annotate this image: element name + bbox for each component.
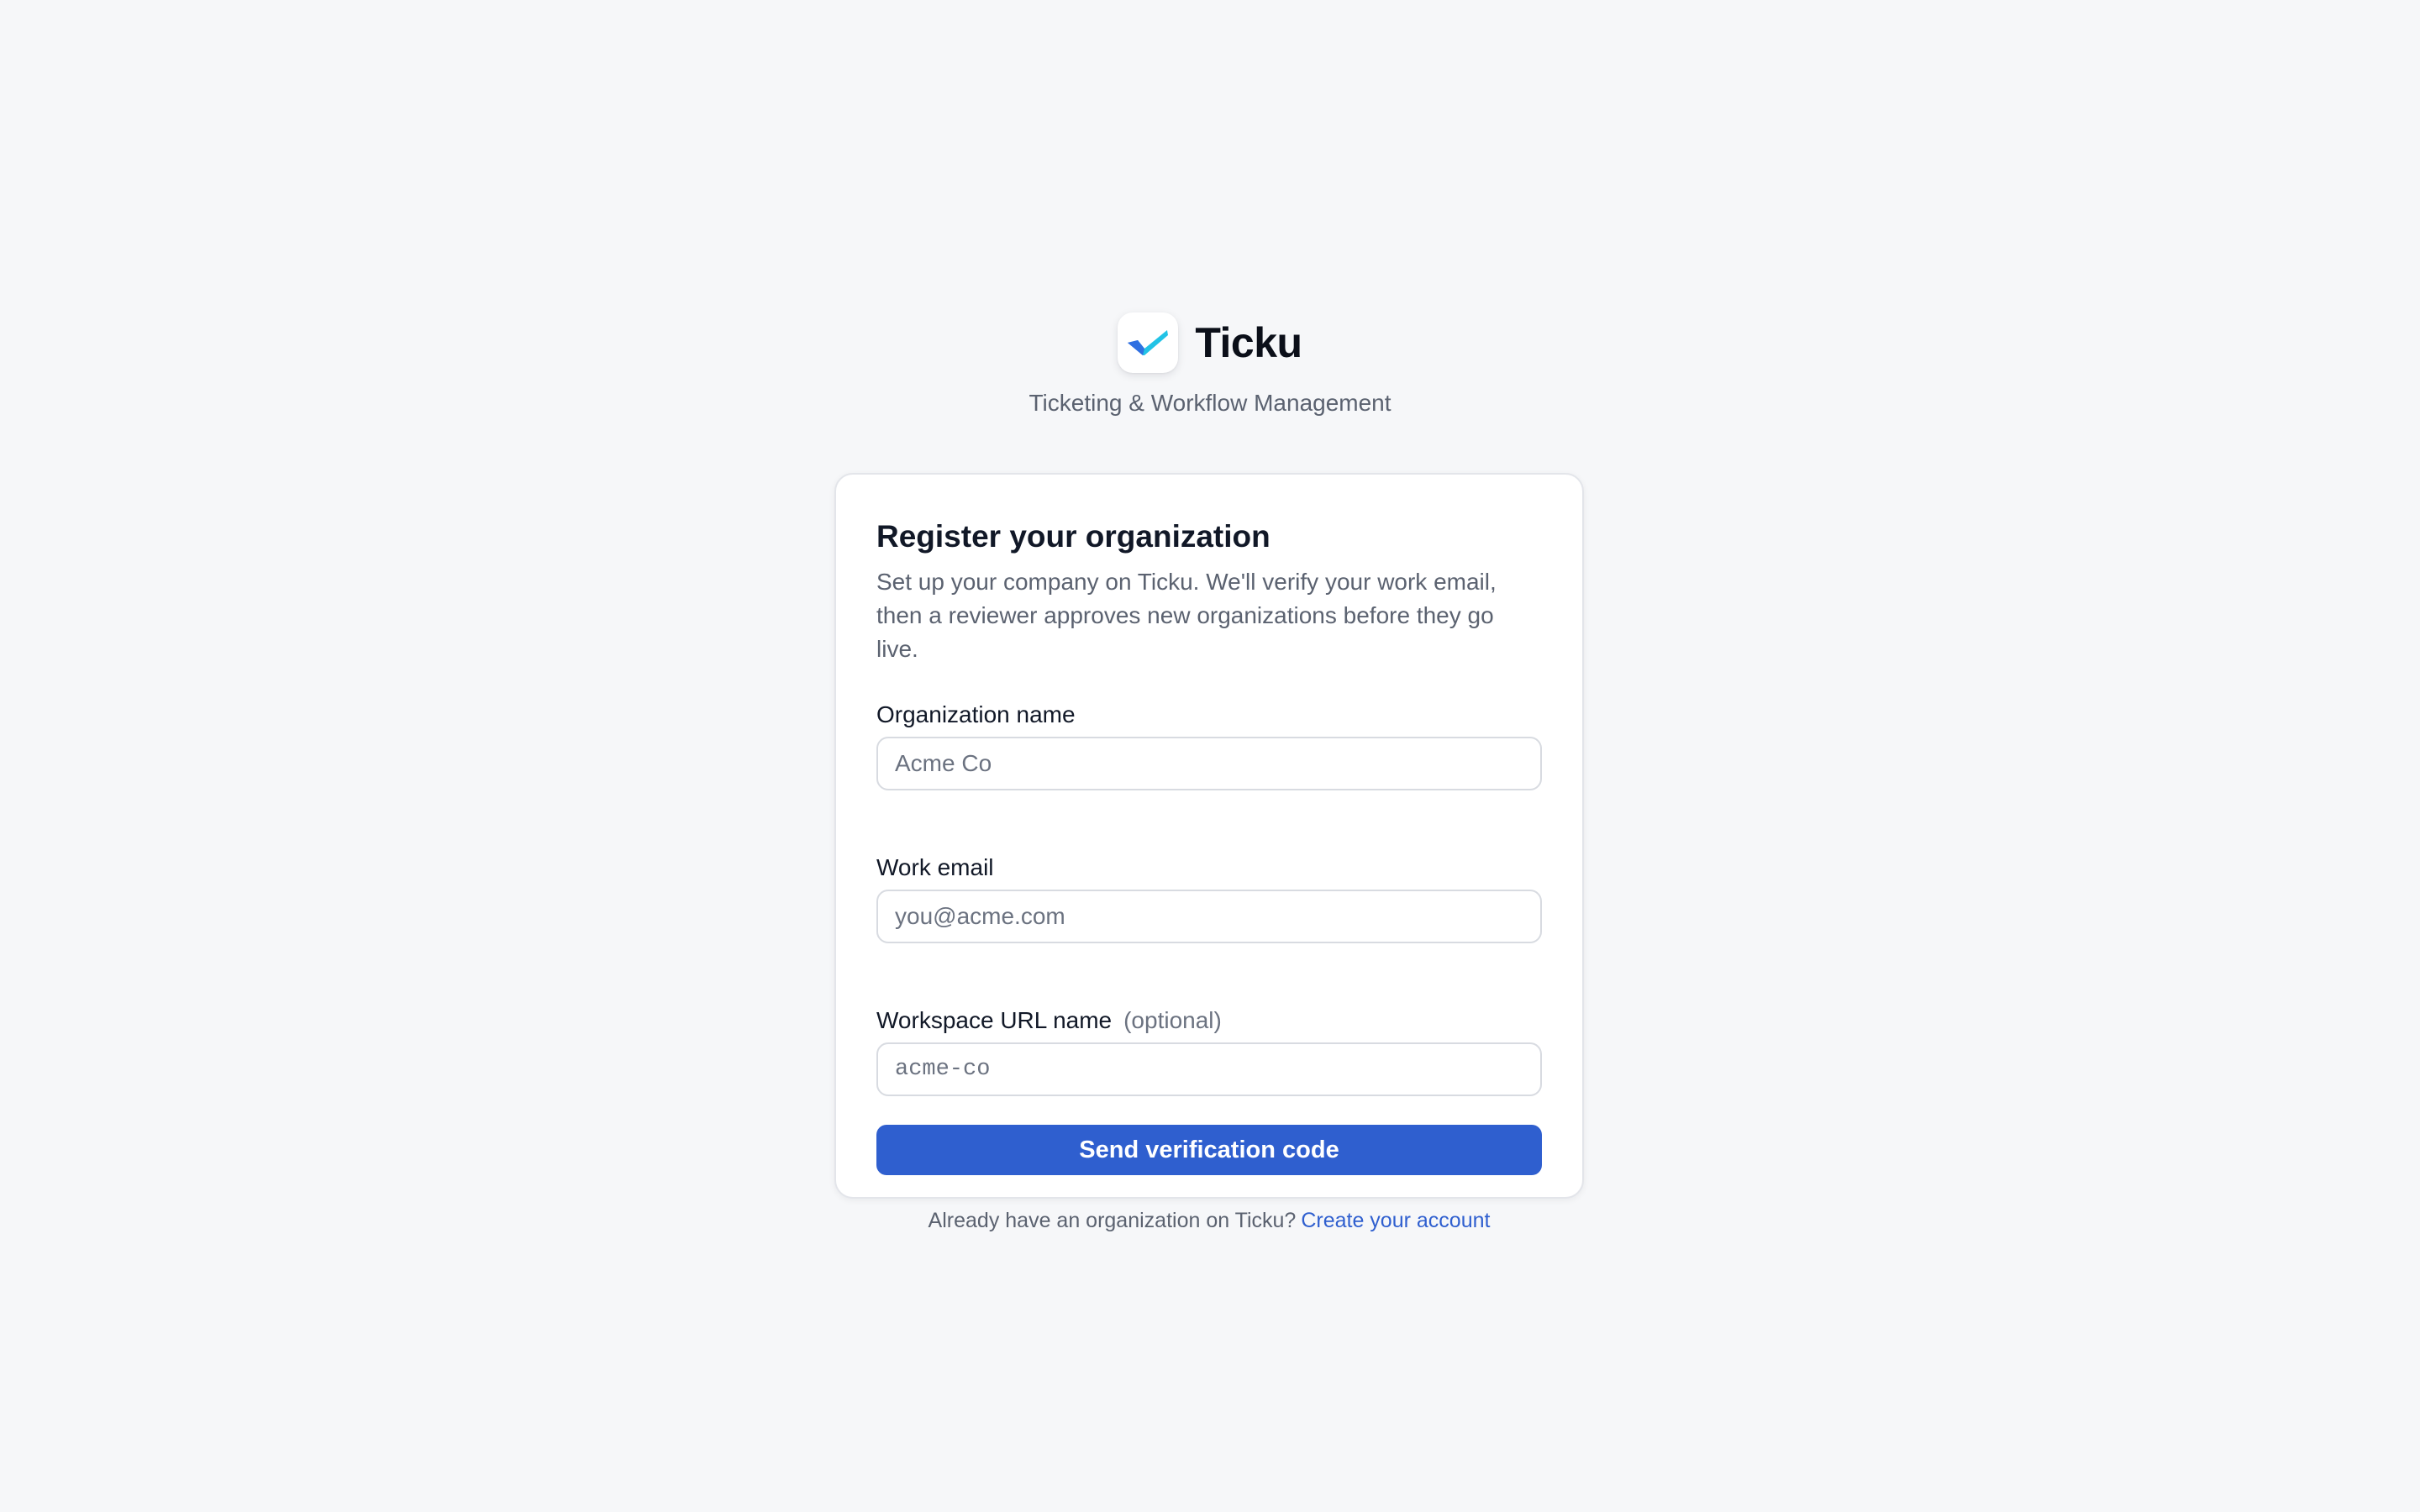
brand-name: Ticku [1195,319,1302,366]
footer-text: Already have an organization on Ticku? [928,1209,1297,1232]
organization-name-label: Organization name [876,698,1542,732]
page: Ticku Ticketing & Workflow Management Re… [0,0,2420,1512]
brand-tagline: Ticketing & Workflow Management [1028,390,1392,416]
workspace-url-input[interactable] [876,1042,1542,1096]
workspace-url-label-text: Workspace URL name [876,1007,1113,1033]
workspace-url-field: Workspace URL name (optional) [876,1004,1542,1096]
organization-name-input[interactable] [876,737,1542,790]
register-organization-card: Register your organization Set up your c… [834,473,1584,1232]
checkmark-logo-svg [1128,330,1169,355]
work-email-input[interactable] [876,890,1542,943]
brand-row: Ticku [1118,312,1302,373]
work-email-label: Work email [876,851,1542,885]
workspace-url-label: Workspace URL name (optional) [876,1004,1542,1037]
card-description: Set up your company on Ticku. We'll veri… [876,569,1497,662]
optional-hint: (optional) [1123,1007,1222,1033]
send-verification-code-button[interactable]: Send verification code [876,1125,1542,1175]
work-email-label-text: Work email [876,854,994,880]
sign-in-prompt: Already have an organization on Ticku? Cr… [876,1209,1542,1233]
brand-header: Ticku Ticketing & Workflow Management [0,312,2420,417]
organization-name-field: Organization name [876,698,1542,790]
create-account-link[interactable]: Create your account [1301,1209,1490,1232]
checkmark-logo-icon [1118,312,1179,373]
card-title: Register your organization [876,519,1270,554]
organization-name-label-text: Organization name [876,701,1076,727]
work-email-field: Work email [876,851,1542,943]
